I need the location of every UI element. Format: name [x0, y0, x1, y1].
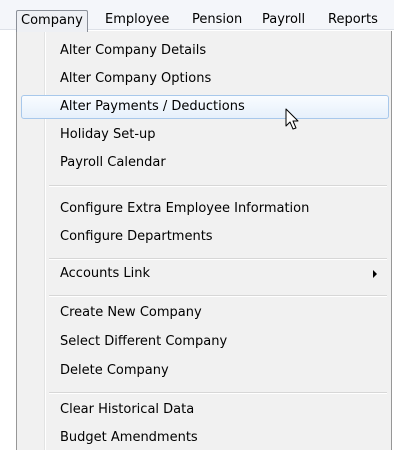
menu-item-payroll-calendar[interactable]: Payroll Calendar — [21, 151, 389, 175]
company-dropdown-menu: Alter Company Details Alter Company Opti… — [16, 31, 392, 450]
chevron-right-icon — [373, 270, 377, 278]
menu-payroll[interactable]: Payroll — [262, 10, 305, 30]
menu-bar: Company Employee Pension Payroll Reports — [0, 0, 394, 32]
menu-company[interactable]: Company — [16, 10, 88, 32]
menu-item-delete-company[interactable]: Delete Company — [21, 359, 389, 383]
menu-item-configure-departments[interactable]: Configure Departments — [21, 225, 389, 249]
menu-employee[interactable]: Employee — [105, 10, 169, 30]
menu-item-clear-historical-data[interactable]: Clear Historical Data — [21, 398, 389, 422]
menu-separator — [49, 185, 387, 187]
menu-item-select-different-company[interactable]: Select Different Company — [21, 330, 389, 354]
mouse-pointer-icon — [285, 108, 299, 130]
menu-item-create-new-company[interactable]: Create New Company — [21, 301, 389, 325]
menu-item-holiday-setup[interactable]: Holiday Set-up — [21, 123, 389, 147]
menu-reports[interactable]: Reports — [328, 10, 378, 30]
menu-item-accounts-link[interactable]: Accounts Link — [21, 262, 389, 286]
menu-separator — [49, 295, 387, 297]
menu-separator — [49, 392, 387, 394]
menu-item-label: Accounts Link — [60, 266, 151, 281]
menu-item-configure-extra-employee-information[interactable]: Configure Extra Employee Information — [21, 197, 389, 221]
menu-item-alter-payments-deductions[interactable]: Alter Payments / Deductions — [21, 95, 389, 119]
menu-item-alter-company-options[interactable]: Alter Company Options — [21, 67, 389, 91]
menu-item-budget-amendments[interactable]: Budget Amendments — [21, 426, 389, 450]
menu-separator — [49, 258, 387, 260]
menu-item-alter-company-details[interactable]: Alter Company Details — [21, 39, 389, 63]
menu-pension[interactable]: Pension — [192, 10, 242, 30]
